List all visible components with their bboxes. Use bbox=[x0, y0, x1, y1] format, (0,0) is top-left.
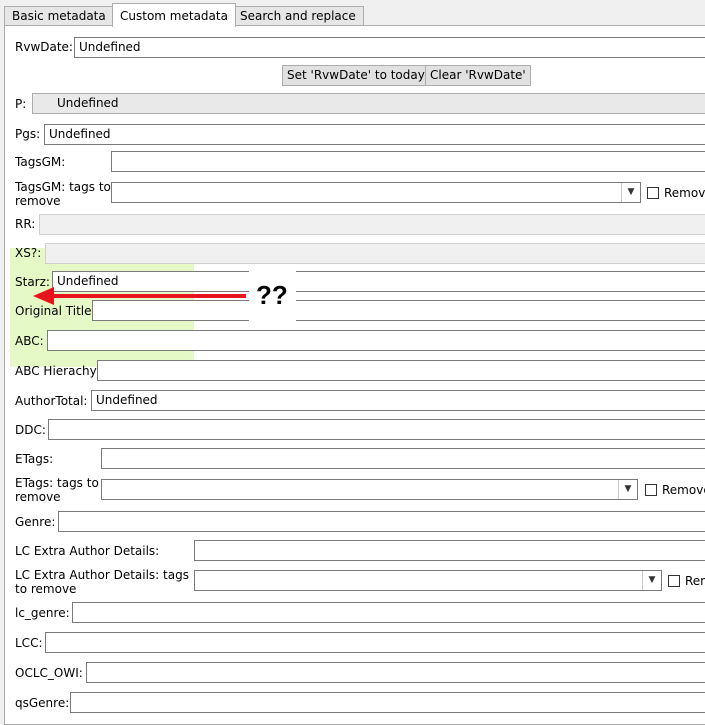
authortotal-field[interactable]: Undefined bbox=[91, 390, 705, 411]
etags-label: ETags: bbox=[15, 452, 54, 466]
lc-genre-label: lc_genre: bbox=[15, 606, 70, 620]
etags-remove-checkbox[interactable]: Remove bbox=[645, 483, 705, 497]
lc-extra-label: LC Extra Author Details: bbox=[15, 544, 160, 558]
lc-extra-remove-dropdown[interactable]: ▼ bbox=[194, 570, 662, 591]
lc-extra-field[interactable] bbox=[194, 540, 705, 561]
authortotal-label: AuthorTotal: bbox=[15, 394, 88, 408]
ddc-field[interactable] bbox=[48, 419, 705, 440]
chevron-down-icon[interactable]: ▼ bbox=[642, 571, 661, 590]
etags-remove-checkbox-label: Remove bbox=[662, 483, 705, 497]
checkbox-icon bbox=[668, 575, 680, 587]
lc-extra-remove-checkbox[interactable]: Rem bbox=[668, 574, 705, 588]
qsgenre-field[interactable] bbox=[70, 692, 705, 713]
etags-remove-label: ETags: tags to remove bbox=[15, 476, 99, 504]
oclc-owi-field[interactable] bbox=[86, 662, 705, 683]
qsgenre-label: qsGenre: bbox=[15, 696, 70, 710]
abc-hierachy-label: ABC Hierachy: bbox=[15, 364, 100, 378]
checkbox-icon bbox=[645, 484, 657, 496]
oclc-owi-label: OCLC_OWI: bbox=[15, 666, 83, 680]
abc-hierachy-field[interactable] bbox=[97, 360, 705, 381]
etags-remove-dropdown[interactable]: ▼ bbox=[101, 479, 638, 500]
lc-extra-remove-checkbox-label: Rem bbox=[685, 574, 705, 588]
lcc-field[interactable] bbox=[45, 632, 705, 653]
chevron-down-icon[interactable]: ▼ bbox=[618, 480, 637, 499]
lcc-label: LCC: bbox=[15, 636, 43, 650]
tab-custom-metadata[interactable]: Custom metadata bbox=[112, 3, 236, 27]
lc-extra-remove-label: LC Extra Author Details: tags to remove bbox=[15, 568, 189, 596]
etags-field[interactable] bbox=[101, 448, 705, 469]
genre-field[interactable] bbox=[58, 511, 705, 532]
lc-genre-field[interactable] bbox=[72, 602, 705, 623]
ddc-label: DDC: bbox=[15, 423, 46, 437]
genre-label: Genre: bbox=[15, 515, 56, 529]
